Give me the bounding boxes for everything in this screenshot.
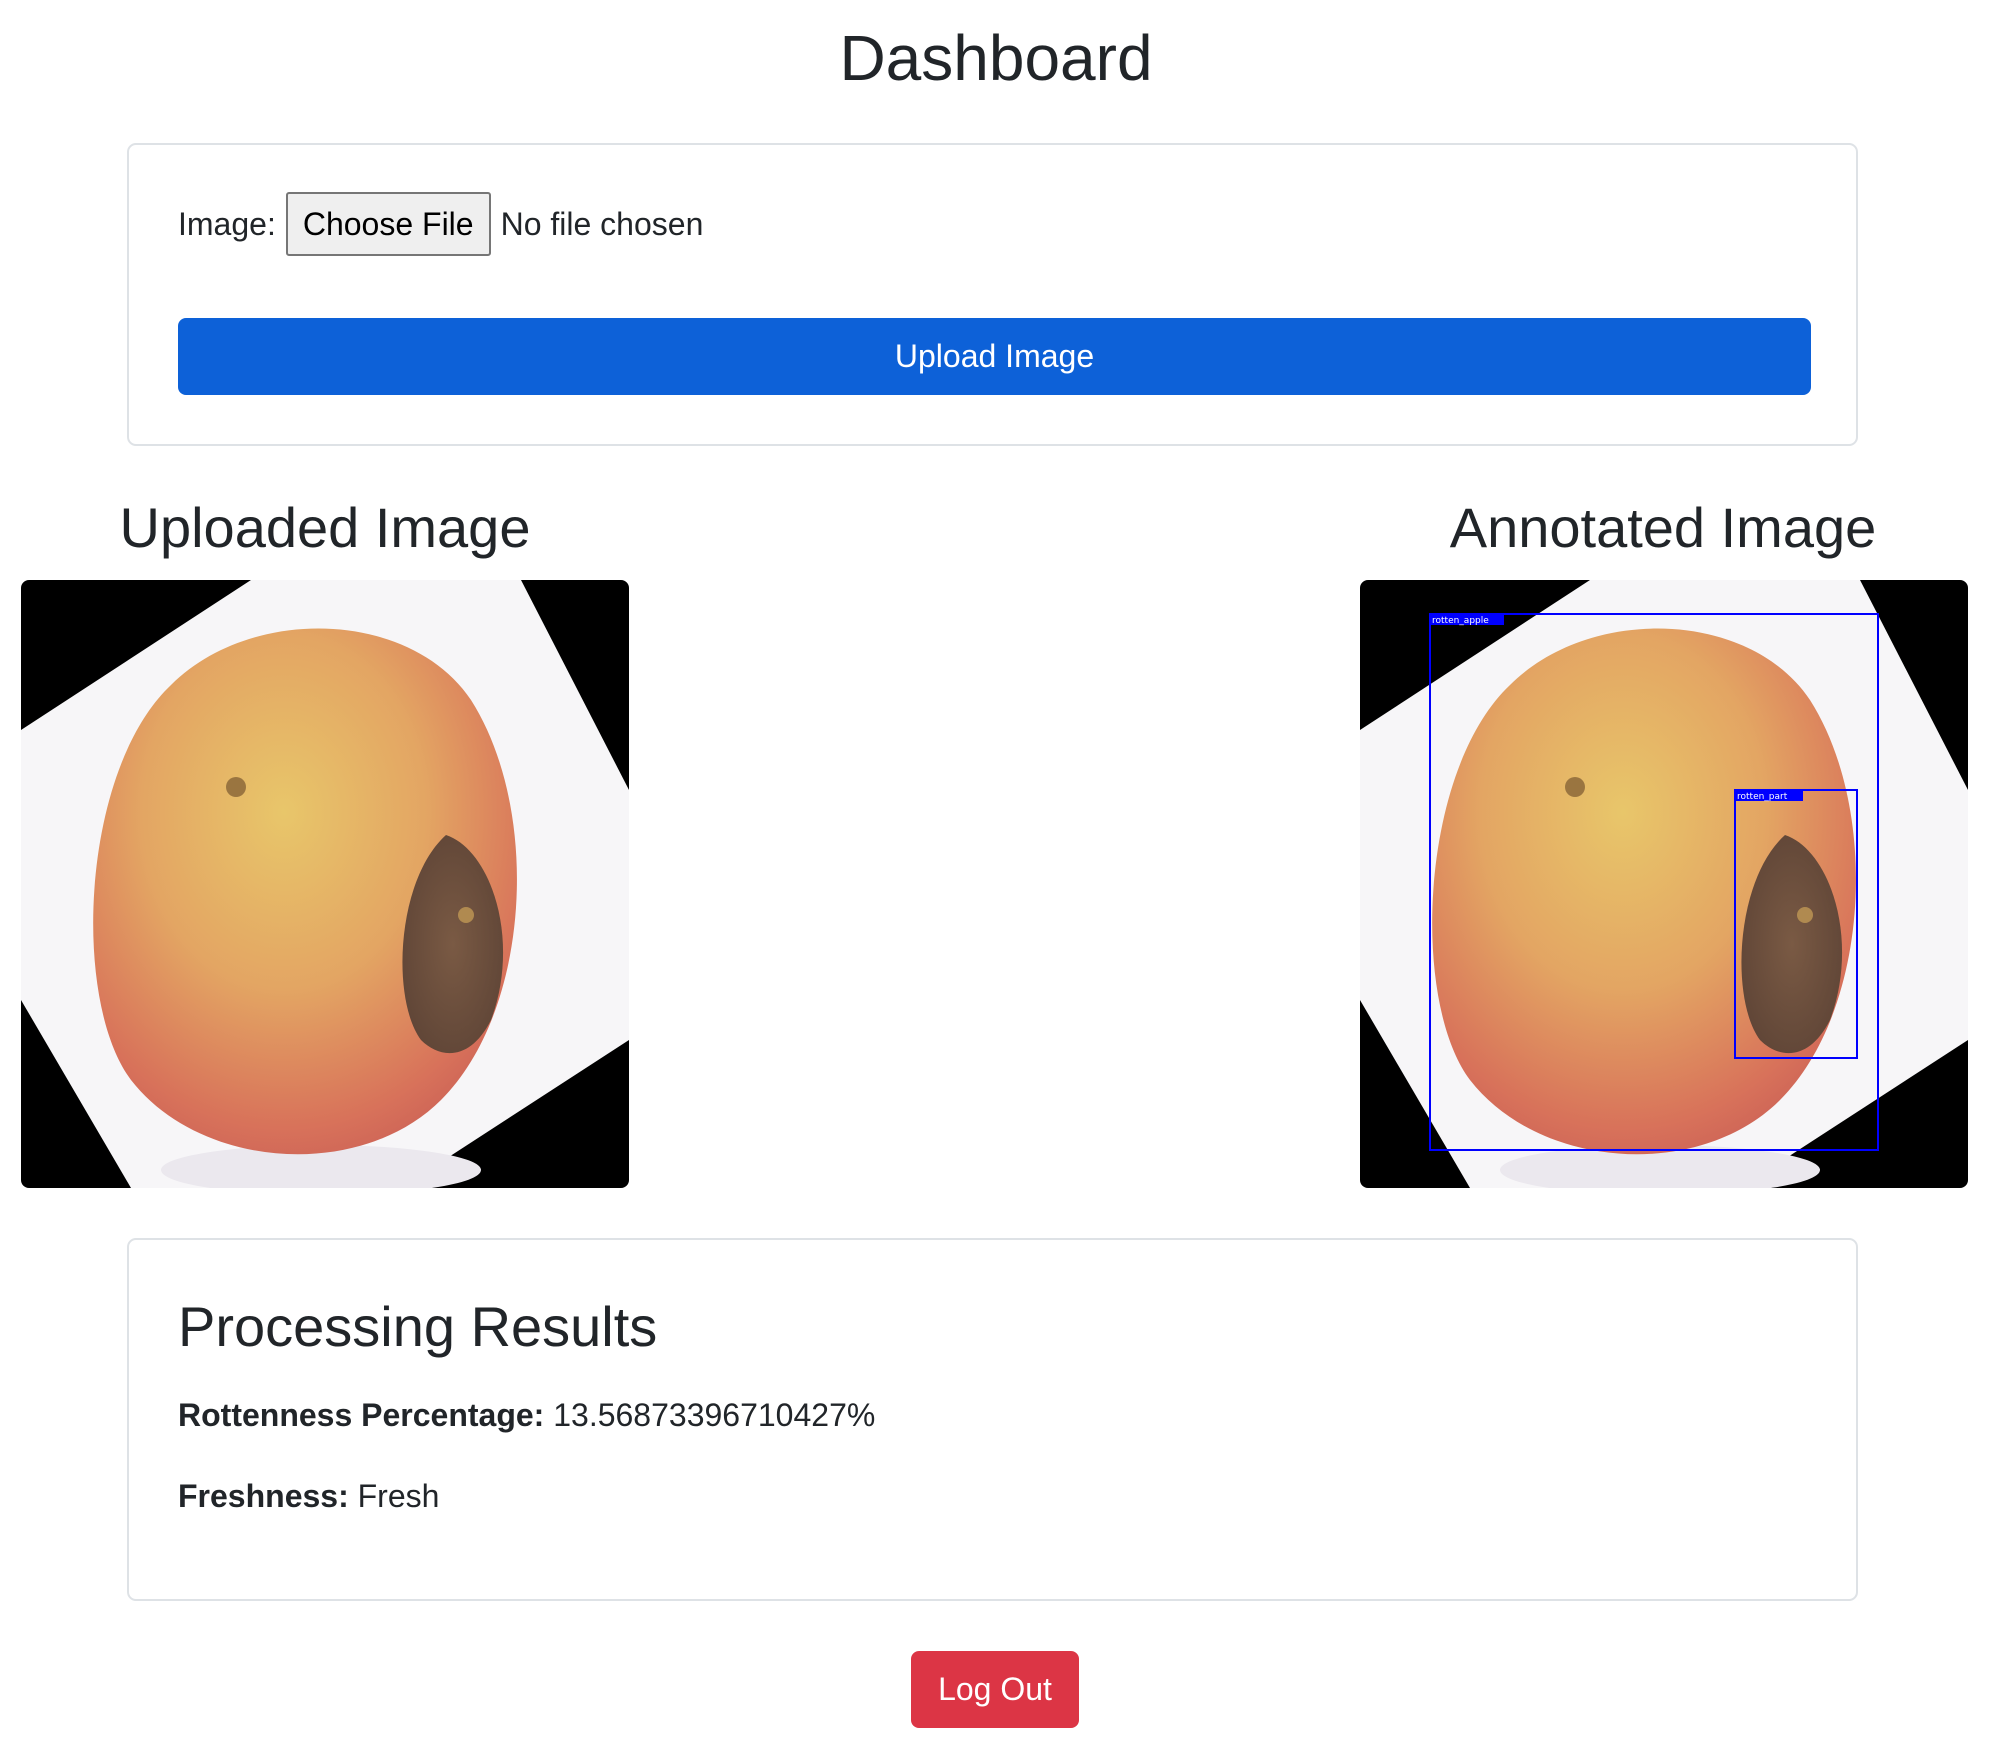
rottenness-row: Rottenness Percentage: 13.56873396710427…: [178, 1395, 875, 1435]
image-field-label: Image:: [178, 205, 276, 242]
upload-form-card: Image: Choose File No file chosen Upload…: [127, 143, 1858, 446]
uploaded-image-heading: Uploaded Image: [119, 496, 531, 559]
annotated-image: rotten_apple rotten_part: [1360, 580, 1968, 1188]
freshness-label: Freshness:: [178, 1478, 349, 1514]
page-title: Dashboard: [839, 22, 1153, 94]
results-title: Processing Results: [178, 1295, 658, 1358]
rotten-apple-label: rotten_apple: [1432, 616, 1489, 626]
choose-file-button[interactable]: Choose File: [285, 192, 491, 256]
dashboard-page: Dashboard Image: Choose File No file cho…: [0, 0, 1992, 1750]
uploaded-image: [21, 580, 629, 1188]
annotated-image-heading: Annotated Image: [1449, 496, 1877, 559]
rottenness-label: Rottenness Percentage:: [178, 1397, 545, 1433]
rottenness-value: 13.56873396710427%: [553, 1397, 876, 1433]
file-status-text: No file chosen: [500, 205, 704, 242]
freshness-row: Freshness: Fresh: [178, 1476, 439, 1516]
rotten-part-label: rotten_part: [1737, 792, 1788, 802]
freshness-value: Fresh: [357, 1478, 440, 1514]
file-input-row: Image: Choose File No file chosen: [178, 192, 704, 256]
upload-image-button[interactable]: Upload Image: [178, 318, 1811, 395]
logout-button[interactable]: Log Out: [911, 1651, 1079, 1728]
processing-results-card: Processing Results Rottenness Percentage…: [127, 1238, 1858, 1601]
